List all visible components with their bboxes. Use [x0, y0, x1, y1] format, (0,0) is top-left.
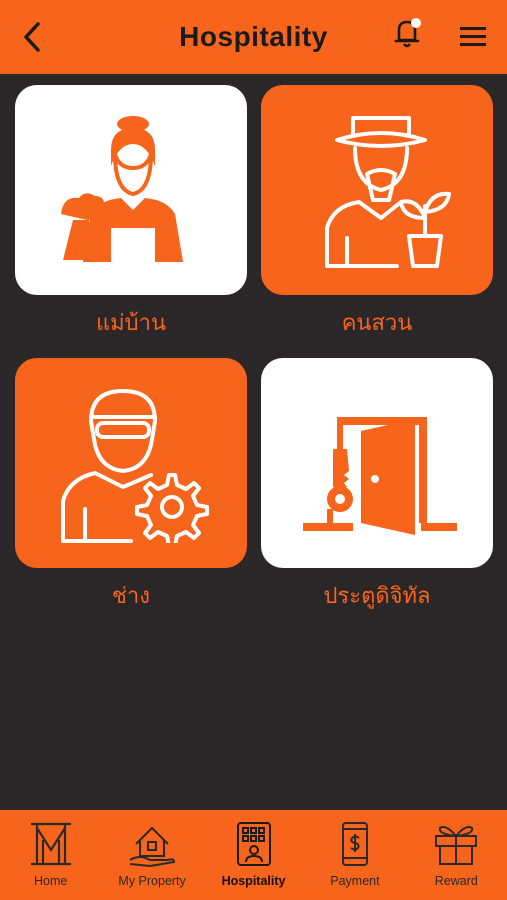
service-label-technician: ช่าง [111, 584, 151, 609]
service-tile-technician[interactable] [15, 358, 247, 568]
gift-icon [435, 826, 478, 865]
service-label-gardener: คนสวน [341, 311, 413, 336]
tab-label: Hospitality [221, 874, 286, 888]
top-app-bar: Hospitality [0, 0, 507, 74]
tab-label: My Property [118, 874, 186, 888]
page-title: Hospitality [179, 21, 328, 52]
digital-door-icon [303, 417, 457, 535]
property-icon [129, 826, 176, 868]
tab-label: Payment [330, 874, 380, 888]
gardener-icon [325, 116, 451, 268]
tab-my-property[interactable]: My Property [101, 810, 202, 900]
service-tile-digital-door[interactable] [261, 358, 493, 568]
service-label-housemaid: แม่บ้าน [95, 311, 167, 336]
service-tile-gardener[interactable] [261, 85, 493, 295]
notification-bell-icon[interactable] [391, 16, 423, 50]
bottom-tab-bar: Home My Property Hospitality Payment Rew… [0, 810, 507, 900]
hamburger-menu-icon[interactable] [458, 24, 488, 50]
service-label-digital-door: ประตูดิจิทัล [323, 584, 431, 609]
hospitality-icon [236, 822, 271, 866]
tab-home[interactable]: Home [0, 810, 101, 900]
payment-phone-icon [341, 822, 368, 866]
housemaid-icon [61, 116, 183, 262]
service-tile-housemaid[interactable] [15, 85, 247, 295]
technician-icon [61, 389, 209, 543]
home-m-icon [30, 822, 71, 866]
tab-label: Reward [434, 874, 478, 888]
back-arrow-icon[interactable] [16, 20, 50, 54]
tab-hospitality[interactable]: Hospitality [203, 810, 304, 900]
tab-reward[interactable]: Reward [406, 810, 507, 900]
tab-label: Home [34, 874, 68, 888]
tab-payment[interactable]: Payment [304, 810, 405, 900]
